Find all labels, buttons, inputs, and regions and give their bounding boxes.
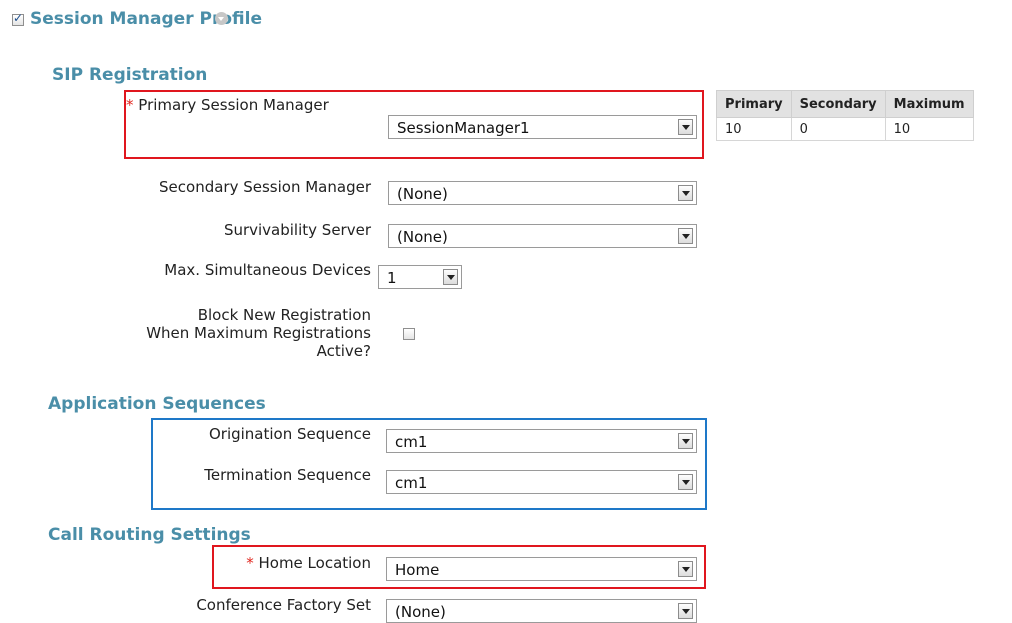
origination-sequence-label: Origination Sequence [208, 425, 371, 443]
reg-cell-maximum: 10 [884, 117, 974, 141]
section-sip-registration: SIP Registration [52, 65, 208, 85]
block-new-registration-checkbox[interactable] [403, 328, 415, 340]
section-application-sequences: Application Sequences [48, 394, 266, 414]
primary-session-manager-label: * Primary Session Manager [126, 96, 329, 114]
section-call-routing-settings: Call Routing Settings [48, 525, 251, 545]
chevron-down-icon [678, 185, 693, 201]
home-location-select[interactable]: Home [386, 557, 697, 581]
reg-header-maximum: Maximum [884, 90, 974, 118]
reg-cell-primary: 10 [716, 117, 792, 141]
chevron-down-icon [678, 228, 693, 244]
chevron-down-icon [443, 269, 458, 285]
chevron-down-icon [678, 561, 693, 577]
registration-table: Primary Secondary Maximum 10 0 10 [716, 90, 974, 141]
survivability-server-select[interactable]: (None) [388, 224, 697, 248]
chevron-down-icon [678, 603, 693, 619]
conference-factory-set-label: Conference Factory Set [196, 596, 371, 614]
profile-checkbox[interactable] [12, 11, 24, 26]
secondary-session-manager-select[interactable]: (None) [388, 181, 697, 205]
home-location-label: * Home Location [246, 554, 371, 572]
max-simultaneous-devices-select[interactable]: 1 [378, 265, 462, 289]
reg-header-secondary: Secondary [790, 90, 886, 118]
survivability-server-label: Survivability Server [223, 221, 371, 239]
origination-sequence-select[interactable]: cm1 [386, 429, 697, 453]
block-new-registration-label: Block New Registration When Maximum Regi… [146, 306, 371, 360]
collapse-toggle-icon[interactable] [215, 12, 228, 25]
termination-sequence-label: Termination Sequence [204, 466, 371, 484]
primary-session-manager-select[interactable]: SessionManager1 [388, 115, 697, 139]
max-simultaneous-devices-label: Max. Simultaneous Devices [164, 261, 371, 279]
chevron-down-icon [678, 433, 693, 449]
secondary-session-manager-label: Secondary Session Manager [159, 178, 371, 196]
chevron-down-icon [678, 119, 693, 135]
reg-cell-secondary: 0 [790, 117, 886, 141]
chevron-down-icon [678, 474, 693, 490]
conference-factory-set-select[interactable]: (None) [386, 599, 697, 623]
termination-sequence-select[interactable]: cm1 [386, 470, 697, 494]
reg-header-primary: Primary [716, 90, 792, 118]
